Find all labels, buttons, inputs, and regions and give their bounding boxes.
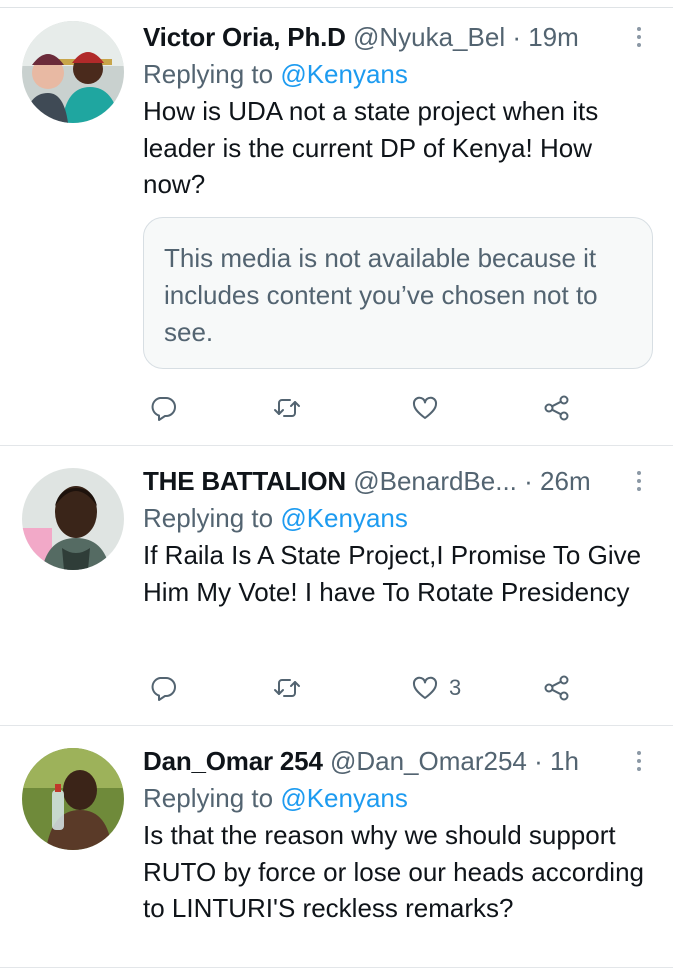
replying-to: Replying to @Kenyans — [143, 501, 653, 535]
share-icon — [544, 675, 569, 701]
avatar[interactable] — [22, 468, 124, 570]
replying-to: Replying to @Kenyans — [143, 57, 653, 91]
tweet[interactable]: THE BATTALION @BenardBe... · 26m Replyin… — [0, 446, 673, 726]
share-button[interactable] — [543, 388, 571, 428]
avatar-photo — [22, 468, 124, 570]
timestamp[interactable]: · 1h — [534, 746, 579, 776]
tweet[interactable]: Dan_Omar 254 @Dan_Omar254 · 1h Replying … — [0, 726, 673, 968]
reply-bubble-icon — [151, 397, 176, 421]
replying-to-label: Replying to — [143, 783, 274, 813]
heart-icon — [412, 676, 438, 699]
tweet-text: If Raila Is A State Project,I Promise To… — [143, 540, 642, 607]
replying-to-label: Replying to — [143, 59, 274, 89]
tweet-text: Is that the reason why we should support… — [143, 820, 644, 923]
like-button[interactable]: 3 — [411, 668, 461, 708]
tweet-actions: 3 — [143, 668, 583, 708]
replying-to: Replying to @Kenyans — [143, 781, 653, 815]
replying-to-handle[interactable]: @Kenyans — [280, 59, 408, 89]
tweet-actions — [143, 388, 583, 428]
display-name[interactable]: Victor Oria, Ph.D — [143, 22, 346, 52]
more-vertical-icon[interactable] — [627, 466, 651, 496]
retweet-button[interactable] — [273, 668, 301, 708]
reply-timeline: Victor Oria, Ph.D @Nyuka_Bel · 19m Reply… — [0, 0, 673, 969]
replying-to-label: Replying to — [143, 503, 274, 533]
timestamp[interactable]: · 19m — [512, 22, 578, 52]
retweet-button[interactable] — [273, 388, 301, 428]
username[interactable]: @Nyuka_Bel — [353, 22, 505, 52]
heart-icon — [412, 396, 438, 419]
reply-button[interactable] — [149, 668, 177, 708]
display-name[interactable]: THE BATTALION — [143, 466, 346, 496]
replying-to-handle[interactable]: @Kenyans — [280, 503, 408, 533]
username[interactable]: @Dan_Omar254 — [330, 746, 527, 776]
avatar-photo — [22, 21, 124, 123]
avatar-photo — [22, 748, 124, 850]
tweet-header: Victor Oria, Ph.D @Nyuka_Bel · 19m — [143, 20, 653, 54]
display-name[interactable]: Dan_Omar 254 — [143, 746, 323, 776]
reply-bubble-icon — [151, 677, 176, 701]
share-icon — [544, 395, 569, 421]
more-vertical-icon[interactable] — [627, 746, 651, 776]
username[interactable]: @BenardBe... — [353, 466, 517, 496]
tweet-header: Dan_Omar 254 @Dan_Omar254 · 1h — [143, 744, 653, 778]
more-vertical-icon[interactable] — [627, 22, 651, 52]
like-button[interactable] — [411, 388, 449, 428]
share-button[interactable] — [543, 668, 571, 708]
avatar[interactable] — [22, 748, 124, 850]
retweet-icon — [274, 679, 300, 697]
tweet-header: THE BATTALION @BenardBe... · 26m — [143, 464, 653, 498]
avatar[interactable] — [22, 21, 124, 123]
tweet-text: How is UDA not a state project when its … — [143, 96, 599, 199]
timestamp[interactable]: · 26m — [524, 466, 590, 496]
replying-to-handle[interactable]: @Kenyans — [280, 783, 408, 813]
tweet[interactable]: Victor Oria, Ph.D @Nyuka_Bel · 19m Reply… — [0, 8, 673, 446]
media-unavailable-notice: This media is not available because it i… — [143, 216, 653, 369]
retweet-icon — [274, 399, 300, 417]
like-count: 3 — [449, 675, 462, 700]
reply-button[interactable] — [149, 388, 177, 428]
top-divider — [0, 0, 673, 8]
